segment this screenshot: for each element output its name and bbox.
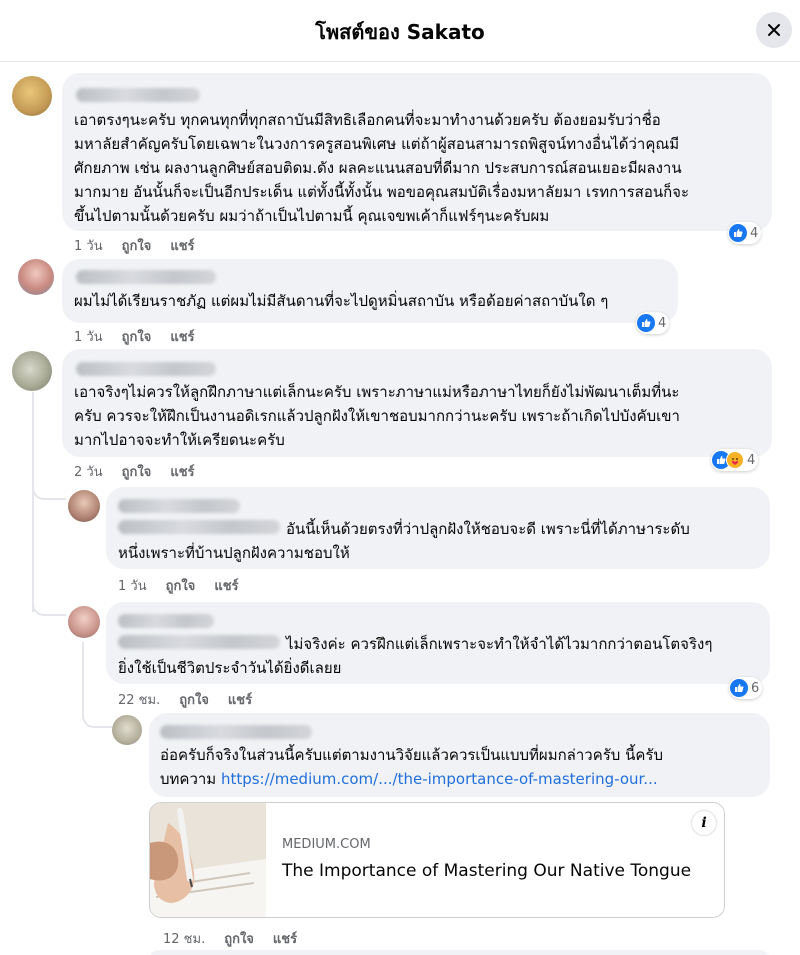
like-reaction-icon	[637, 314, 655, 332]
comment-text: หนึ่งเพราะที่บ้านปลูกฝังความชอบให้	[118, 544, 350, 562]
mention-redacted[interactable]	[118, 520, 280, 534]
comment-time[interactable]: 22 ชม.	[118, 693, 160, 708]
care-reaction-icon	[726, 451, 744, 469]
comment-actions: 22 ชม. ถูกใจ แชร์	[118, 689, 271, 710]
avatar[interactable]	[68, 490, 100, 522]
comment-time[interactable]: 1 วัน	[74, 330, 103, 345]
card-domain: MEDIUM.COM	[282, 837, 371, 852]
thread-line	[82, 642, 84, 702]
comment-time[interactable]: 2 วัน	[74, 465, 103, 480]
like-button[interactable]: ถูกใจ	[166, 579, 196, 594]
commenter-name-redacted[interactable]	[76, 88, 200, 102]
thread-connector	[32, 596, 66, 616]
link-preview-card[interactable]: MEDIUM.COM The Importance of Mastering O…	[149, 802, 725, 918]
comment-actions: 2 วัน ถูกใจ แชร์	[74, 461, 214, 482]
close-button[interactable]	[756, 12, 792, 48]
like-button[interactable]: ถูกใจ	[224, 932, 254, 947]
reaction-count[interactable]: 4	[728, 222, 762, 244]
comment-text: อันนี้เห็นด้วยตรงที่ว่าปลูกฝังให้ชอบจะดี…	[286, 520, 690, 538]
comment-time[interactable]: 12 ชม.	[163, 932, 205, 947]
share-button[interactable]: แชร์	[170, 330, 194, 345]
reaction-count[interactable]: 4	[636, 312, 670, 334]
share-button[interactable]: แชร์	[170, 465, 194, 480]
post-header: โพสต์ของ Sakato	[0, 0, 800, 62]
comment-time[interactable]: 1 วัน	[74, 239, 103, 254]
comment-text: เอาตรงๆนะครับ ทุกคนทุกที่ทุกสถาบันมีสิทธ…	[74, 111, 690, 225]
commenter-name-redacted[interactable]	[160, 725, 312, 739]
avatar[interactable]	[112, 715, 142, 745]
close-icon	[768, 24, 780, 36]
comment-actions: 1 วัน ถูกใจ แชร์	[118, 575, 258, 596]
avatar[interactable]	[68, 606, 100, 638]
info-icon[interactable]: i	[692, 811, 716, 835]
comment-text: อ่อครับก็จริงในส่วนนี้ครับแต่ตามงานวิจัย…	[160, 746, 663, 788]
comment-time[interactable]: 1 วัน	[118, 579, 147, 594]
card-title: The Importance of Mastering Our Native T…	[282, 861, 692, 881]
thread-connector	[82, 702, 112, 728]
reaction-count[interactable]: 4	[711, 449, 759, 471]
commenter-name-redacted[interactable]	[118, 614, 214, 628]
commenter-name-redacted[interactable]	[118, 499, 240, 513]
reaction-count[interactable]: 6	[729, 677, 763, 699]
commenter-name-redacted[interactable]	[76, 270, 216, 284]
thread-line	[32, 392, 34, 612]
comment-actions: 1 วัน ถูกใจ แชร์	[74, 235, 214, 256]
like-button[interactable]: ถูกใจ	[122, 330, 152, 345]
avatar[interactable]	[12, 351, 52, 391]
share-button[interactable]: แชร์	[214, 579, 238, 594]
comment-text: ยิ่งใช้เป็นชีวิตประจำวันได้ยิ่งดีเลยย	[118, 659, 342, 677]
avatar[interactable]	[12, 76, 52, 116]
comment-text: เอาจริงๆไม่ควรให้ลูกฝึกภาษาแต่เล็กนะครับ…	[74, 383, 680, 449]
mention-redacted[interactable]	[118, 635, 280, 649]
comment-text: ไม่จริงค่ะ ควรฝึกแต่เล็กเพราะจะทำให้จำได…	[286, 635, 713, 653]
comment-actions: 1 วัน ถูกใจ แชร์	[74, 326, 214, 347]
share-button[interactable]: แชร์	[170, 239, 194, 254]
thread-connector	[32, 480, 66, 500]
article-link[interactable]: https://medium.com/.../the-importance-of…	[221, 770, 658, 788]
avatar[interactable]	[18, 259, 54, 295]
like-reaction-icon	[729, 224, 747, 242]
comment-text: ผมไม่ได้เรียนราชภัฏ แต่ผมไม่มีสันดานที่จ…	[74, 292, 609, 310]
share-button[interactable]: แชร์	[273, 932, 297, 947]
like-reaction-icon	[730, 679, 748, 697]
comment-bubble	[149, 950, 770, 955]
commenter-name-redacted[interactable]	[76, 362, 216, 376]
like-button[interactable]: ถูกใจ	[122, 465, 152, 480]
comment-actions: 12 ชม. ถูกใจ แชร์	[163, 928, 316, 949]
share-button[interactable]: แชร์	[228, 693, 252, 708]
post-title: โพสต์ของ Sakato	[315, 20, 485, 44]
like-button[interactable]: ถูกใจ	[179, 693, 209, 708]
like-button[interactable]: ถูกใจ	[122, 239, 152, 254]
article-thumbnail	[150, 803, 266, 917]
